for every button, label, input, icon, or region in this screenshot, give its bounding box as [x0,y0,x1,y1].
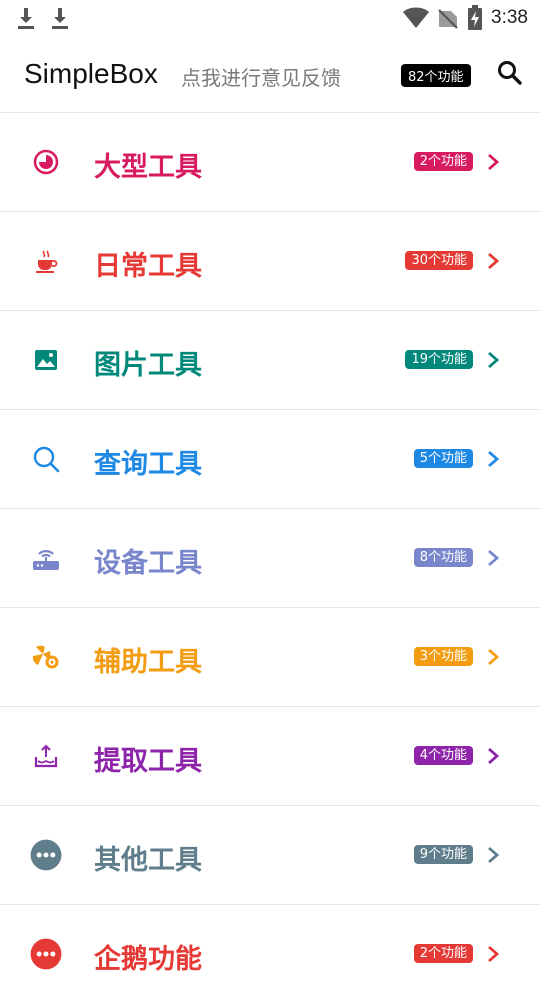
router-icon [33,550,59,570]
more-dots-icon [30,839,62,871]
chevron-right-icon [488,252,500,270]
battery-charging-icon [468,5,483,30]
category-label: 其他工具 [94,845,202,876]
chevron-right-icon [488,549,500,567]
count-badge: 30个功能 [405,251,473,270]
category-row-device-tools[interactable]: 设备工具 8个功能 [0,509,540,608]
total-count-badge: 82个功能 [401,64,471,87]
search-icon [33,446,60,473]
category-label: 企鹅功能 [94,944,202,975]
clock: 3:38 [491,7,528,28]
download-icon [18,8,34,29]
chevron-right-icon [488,648,500,666]
chevron-right-icon [488,846,500,864]
feedback-link[interactable]: 点我进行意见反馈 [181,62,341,91]
category-list: 大型工具 2个功能 日常工具 30个功能 图片工具 19个功能 查询工具 5个功… [0,113,540,1003]
category-label: 辅助工具 [94,647,202,678]
wifi-icon [403,7,430,28]
count-badge: 9个功能 [413,845,473,864]
no-signal-icon [438,9,458,29]
category-row-penguin-features[interactable]: 企鹅功能 2个功能 [0,905,540,1003]
download-icon [52,8,68,29]
count-badge: 2个功能 [413,152,473,171]
category-label: 日常工具 [94,251,202,282]
category-label: 提取工具 [94,746,202,777]
count-badge: 8个功能 [413,548,473,567]
count-badge: 2个功能 [413,944,473,963]
pie-chart-icon [33,149,59,175]
category-row-image-tools[interactable]: 图片工具 19个功能 [0,311,540,410]
category-row-extract-tools[interactable]: 提取工具 4个功能 [0,707,540,806]
category-label: 查询工具 [94,449,202,480]
category-row-query-tools[interactable]: 查询工具 5个功能 [0,410,540,509]
chevron-right-icon [488,450,500,468]
image-icon [35,350,57,370]
search-icon[interactable] [497,60,523,86]
fan-gear-icon [32,645,59,669]
chevron-right-icon [488,351,500,369]
category-row-assist-tools[interactable]: 辅助工具 3个功能 [0,608,540,707]
category-label: 设备工具 [94,548,202,579]
category-row-other-tools[interactable]: 其他工具 9个功能 [0,806,540,905]
count-badge: 19个功能 [405,350,473,369]
status-bar: 3:38 [0,0,540,38]
count-badge: 3个功能 [413,647,473,666]
coffee-cup-icon [36,250,58,273]
extract-tray-icon [34,744,58,768]
count-badge: 5个功能 [413,449,473,468]
penguin-icon [30,938,62,970]
chevron-right-icon [488,945,500,963]
category-label: 图片工具 [94,350,202,381]
category-row-daily-tools[interactable]: 日常工具 30个功能 [0,212,540,311]
count-badge: 4个功能 [413,746,473,765]
category-row-large-tools[interactable]: 大型工具 2个功能 [0,113,540,212]
chevron-right-icon [488,153,500,171]
app-title: SimpleBox [24,58,158,89]
app-bar: SimpleBox 点我进行意见反馈 82个功能 [0,38,540,113]
category-label: 大型工具 [94,152,202,183]
chevron-right-icon [488,747,500,765]
